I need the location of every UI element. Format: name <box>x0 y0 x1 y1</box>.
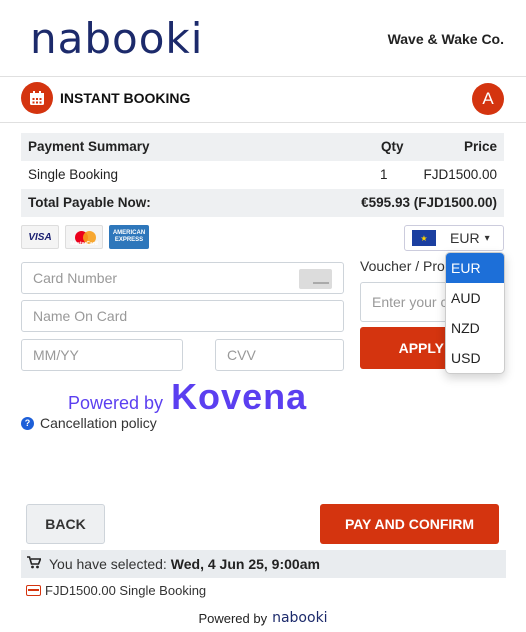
chevron-down-icon: ▾ <box>484 232 490 244</box>
name-placeholder: Name On Card <box>33 308 128 324</box>
currency-value: EUR <box>450 230 480 246</box>
powered-by-text: Powered by <box>68 393 164 413</box>
header-price: Price <box>463 139 497 154</box>
header-payment-summary: Payment Summary <box>28 139 150 154</box>
nabooki-logo: nabooki <box>30 14 204 63</box>
card-number-field[interactable]: Card Number <box>21 262 344 294</box>
voucher-label: Voucher / Promo <box>360 258 448 274</box>
footer-nabooki-logo: nabooki <box>272 610 328 626</box>
voucher-placeholder: Enter your code <box>372 294 447 310</box>
question-icon: ? <box>21 416 34 430</box>
row-price: FJD1500.00 <box>423 167 497 182</box>
currency-select[interactable]: ★ EUR ▾ <box>404 225 504 251</box>
eu-flag-icon: ★ <box>412 230 436 246</box>
expiry-field[interactable]: MM/YY <box>21 339 183 371</box>
page-title: INSTANT BOOKING <box>60 90 191 106</box>
payment-summary-table: Payment Summary Qty Price Single Booking… <box>21 133 504 217</box>
apply-button[interactable]: APPLY <box>360 327 448 369</box>
name-on-card-field[interactable]: Name On Card <box>21 300 344 332</box>
expiry-placeholder: MM/YY <box>33 347 79 363</box>
company-name: Wave & Wake Co. <box>387 31 504 47</box>
user-avatar[interactable]: A <box>472 83 504 115</box>
back-button[interactable]: BACK <box>26 504 105 544</box>
ticket-icon <box>26 585 41 596</box>
booking-card: nabooki Wave & Wake Co. INSTANT BOOKING … <box>0 0 526 604</box>
powered-by-kovena: Powered by Kovena <box>68 376 307 418</box>
currency-dropdown: EUR AUD NZD USD <box>445 252 505 374</box>
footer: Powered by nabooki <box>0 604 526 632</box>
calendar-icon <box>21 82 53 114</box>
selection-summary: You have selected: Wed, 4 Jun 25, 9:00am <box>21 550 506 578</box>
total-value: €595.93 (FJD1500.00) <box>361 195 497 210</box>
pay-and-confirm-button[interactable]: PAY AND CONFIRM <box>320 504 499 544</box>
cart-icon <box>27 556 42 572</box>
title-divider <box>0 122 526 123</box>
total-row: Total Payable Now: €595.93 (FJD1500.00) <box>21 189 504 217</box>
header-divider <box>0 76 526 77</box>
footer-powered-text: Powered by <box>198 610 268 626</box>
cvv-field[interactable]: CVV <box>215 339 344 371</box>
currency-option-usd[interactable]: USD <box>446 343 504 373</box>
header-qty: Qty <box>381 139 404 154</box>
selection-value: Wed, 4 Jun 25, 9:00am <box>170 556 320 572</box>
visa-icon: VISA <box>21 225 59 249</box>
booking-line: FJD1500.00 Single Booking <box>26 583 206 598</box>
mastercard-icon: MasterCard <box>65 225 103 249</box>
row-item: Single Booking <box>28 167 119 182</box>
total-label: Total Payable Now: <box>28 195 151 210</box>
currency-option-nzd[interactable]: NZD <box>446 313 504 343</box>
summary-header-row: Payment Summary Qty Price <box>21 133 504 161</box>
card-number-placeholder: Card Number <box>33 270 118 286</box>
selection-prefix: You have selected: <box>49 556 167 572</box>
accepted-cards: VISA MasterCard AMERICAN EXPRESS <box>21 225 149 249</box>
row-qty: 1 <box>380 167 388 182</box>
cvv-placeholder: CVV <box>227 347 256 363</box>
kovena-logo: Kovena <box>171 376 308 417</box>
cancellation-label: Cancellation policy <box>40 415 157 431</box>
cancellation-policy-link[interactable]: ? Cancellation policy <box>21 415 157 431</box>
voucher-input[interactable]: Enter your code <box>360 282 448 322</box>
currency-option-eur[interactable]: EUR <box>446 253 504 283</box>
credit-card-icon <box>299 269 332 289</box>
booking-line-text: FJD1500.00 Single Booking <box>45 583 207 598</box>
amex-icon: AMERICAN EXPRESS <box>109 225 149 249</box>
currency-option-aud[interactable]: AUD <box>446 283 504 313</box>
table-row: Single Booking 1 FJD1500.00 <box>21 161 504 189</box>
